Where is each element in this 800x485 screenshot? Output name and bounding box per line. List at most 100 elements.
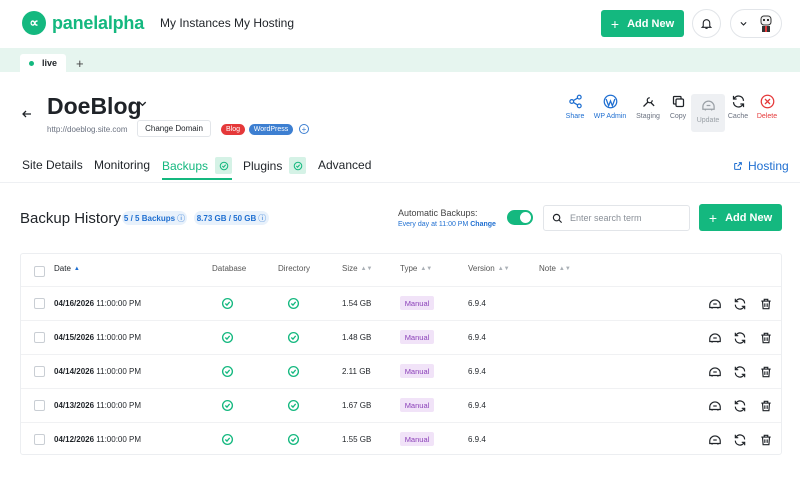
sync-button[interactable] xyxy=(731,295,748,312)
backup-date-value: 04/16/2026 xyxy=(54,299,95,308)
restore-icon xyxy=(708,298,721,309)
column-header-note[interactable]: Note ▲▼ xyxy=(539,264,571,273)
delete-button[interactable]: Delete xyxy=(751,94,783,132)
restore-button[interactable] xyxy=(706,363,723,380)
tab-monitoring[interactable]: Monitoring xyxy=(94,158,150,172)
auto-backups-toggle[interactable] xyxy=(507,210,533,225)
restore-button[interactable] xyxy=(706,329,723,346)
column-header-type[interactable]: Type ▲▼ xyxy=(400,264,432,273)
delete-backup-button[interactable] xyxy=(757,397,774,414)
staging-label: Staging xyxy=(636,113,660,120)
add-tag-button[interactable]: + xyxy=(299,124,309,134)
info-icon[interactable]: ⓘ xyxy=(177,213,185,224)
change-domain-button[interactable]: Change Domain xyxy=(137,120,211,137)
tab-plugins[interactable]: Plugins xyxy=(243,157,307,174)
restore-icon xyxy=(708,332,721,343)
plus-icon: + xyxy=(708,209,718,226)
backup-version: 6.9.4 xyxy=(468,333,486,342)
sort-icon: ▲▼ xyxy=(558,265,571,272)
row-checkbox[interactable] xyxy=(34,332,45,343)
sort-icon: ▲▼ xyxy=(420,265,433,272)
share-button[interactable]: Share xyxy=(559,94,591,132)
backup-count-label: 5 / 5 Backups xyxy=(123,213,176,223)
copy-icon xyxy=(672,95,684,108)
wp-admin-button[interactable]: WP Admin xyxy=(593,94,627,132)
refresh-icon xyxy=(732,95,744,108)
row-checkbox[interactable] xyxy=(34,400,45,411)
tab-advanced[interactable]: Advanced xyxy=(318,158,371,172)
refresh-icon xyxy=(734,297,745,310)
search-icon xyxy=(552,213,563,223)
restore-button[interactable] xyxy=(706,431,723,448)
site-url[interactable]: http://doeblog.site.com xyxy=(47,125,128,134)
sync-button[interactable] xyxy=(731,431,748,448)
nav-my-hosting[interactable]: My Hosting xyxy=(234,16,294,30)
sync-button[interactable] xyxy=(731,397,748,414)
backup-date-value: 04/15/2026 xyxy=(54,333,95,342)
notifications-button[interactable] xyxy=(692,9,721,38)
delete-backup-button[interactable] xyxy=(757,295,774,312)
tab-backups[interactable]: Backups xyxy=(162,157,233,180)
add-environment-button[interactable]: + xyxy=(76,56,84,71)
update-button[interactable]: Update xyxy=(691,94,725,132)
sort-icon: ▲▼ xyxy=(360,265,373,272)
env-tab-live[interactable]: live xyxy=(20,54,66,72)
backup-table: Date ▲ Database Directory Size ▲▼ Type ▲▼ V… xyxy=(20,253,782,455)
hosting-link[interactable]: Hosting xyxy=(733,159,789,173)
top-add-new-button[interactable]: + Add New xyxy=(601,10,684,37)
backup-time-value: 11:00:00 PM xyxy=(96,333,142,342)
column-header-size[interactable]: Size ▲▼ xyxy=(342,264,372,273)
backup-type-badge: Manual xyxy=(400,432,434,446)
top-bar: ∝ panelalpha My Instances My Hosting + A… xyxy=(0,0,800,48)
column-header-date[interactable]: Date ▲ xyxy=(54,264,80,273)
info-icon[interactable]: ⓘ xyxy=(258,213,266,224)
user-menu[interactable] xyxy=(730,9,782,38)
column-date-label: Date xyxy=(54,264,71,273)
cache-button[interactable]: Cache xyxy=(722,94,754,132)
refresh-icon xyxy=(734,399,745,412)
search-input[interactable] xyxy=(570,213,680,223)
tab-monitoring-label: Monitoring xyxy=(94,158,151,172)
row-checkbox[interactable] xyxy=(34,434,45,445)
column-header-version[interactable]: Version ▲▼ xyxy=(468,264,510,273)
sync-button[interactable] xyxy=(731,329,748,346)
backup-version: 6.9.4 xyxy=(468,367,486,376)
row-checkbox[interactable] xyxy=(34,298,45,309)
backup-type-badge: Manual xyxy=(400,296,434,310)
external-link-icon xyxy=(734,162,742,170)
refresh-icon xyxy=(734,331,745,344)
nav-my-instances[interactable]: My Instances xyxy=(160,16,231,30)
change-schedule-link[interactable]: Change xyxy=(470,221,496,228)
backup-type-badge: Manual xyxy=(400,364,434,378)
table-row: 04/14/2026 11:00:00 PM 2.11 GB Manual 6.… xyxy=(21,354,781,388)
section-title: Backup History xyxy=(20,210,121,227)
copy-button[interactable]: Copy xyxy=(662,94,694,132)
tag-blog: Blog xyxy=(221,124,245,135)
wp-admin-label: WP Admin xyxy=(593,113,627,120)
update-icon xyxy=(701,100,715,111)
delete-backup-button[interactable] xyxy=(757,329,774,346)
site-switcher-chevron-icon[interactable] xyxy=(137,98,148,112)
delete-backup-button[interactable] xyxy=(757,431,774,448)
tab-backups-label: Backups xyxy=(162,158,209,173)
logo[interactable]: ∝ panelalpha xyxy=(22,11,144,35)
select-all-checkbox[interactable] xyxy=(34,266,45,277)
database-check-icon xyxy=(221,399,234,412)
restore-button[interactable] xyxy=(706,397,723,414)
row-checkbox[interactable] xyxy=(34,366,45,377)
staging-button[interactable]: Staging xyxy=(632,94,664,132)
env-tab-label: live xyxy=(42,58,58,68)
directory-check-icon xyxy=(287,297,300,310)
delete-backup-button[interactable] xyxy=(757,363,774,380)
refresh-icon xyxy=(734,433,745,446)
restore-button[interactable] xyxy=(706,295,723,312)
share-label: Share xyxy=(565,113,585,120)
search-box[interactable] xyxy=(543,205,690,231)
main-panel: DoeBlog http://doeblog.site.com Change D… xyxy=(0,72,800,485)
sync-button[interactable] xyxy=(731,363,748,380)
tab-site-details[interactable]: Site Details xyxy=(22,158,83,172)
auto-backups-schedule: Every day at 11:00 PM Change xyxy=(398,221,496,228)
back-arrow-icon[interactable] xyxy=(21,107,33,123)
add-backup-label: Add New xyxy=(725,211,773,224)
add-backup-button[interactable]: + Add New xyxy=(699,204,782,231)
